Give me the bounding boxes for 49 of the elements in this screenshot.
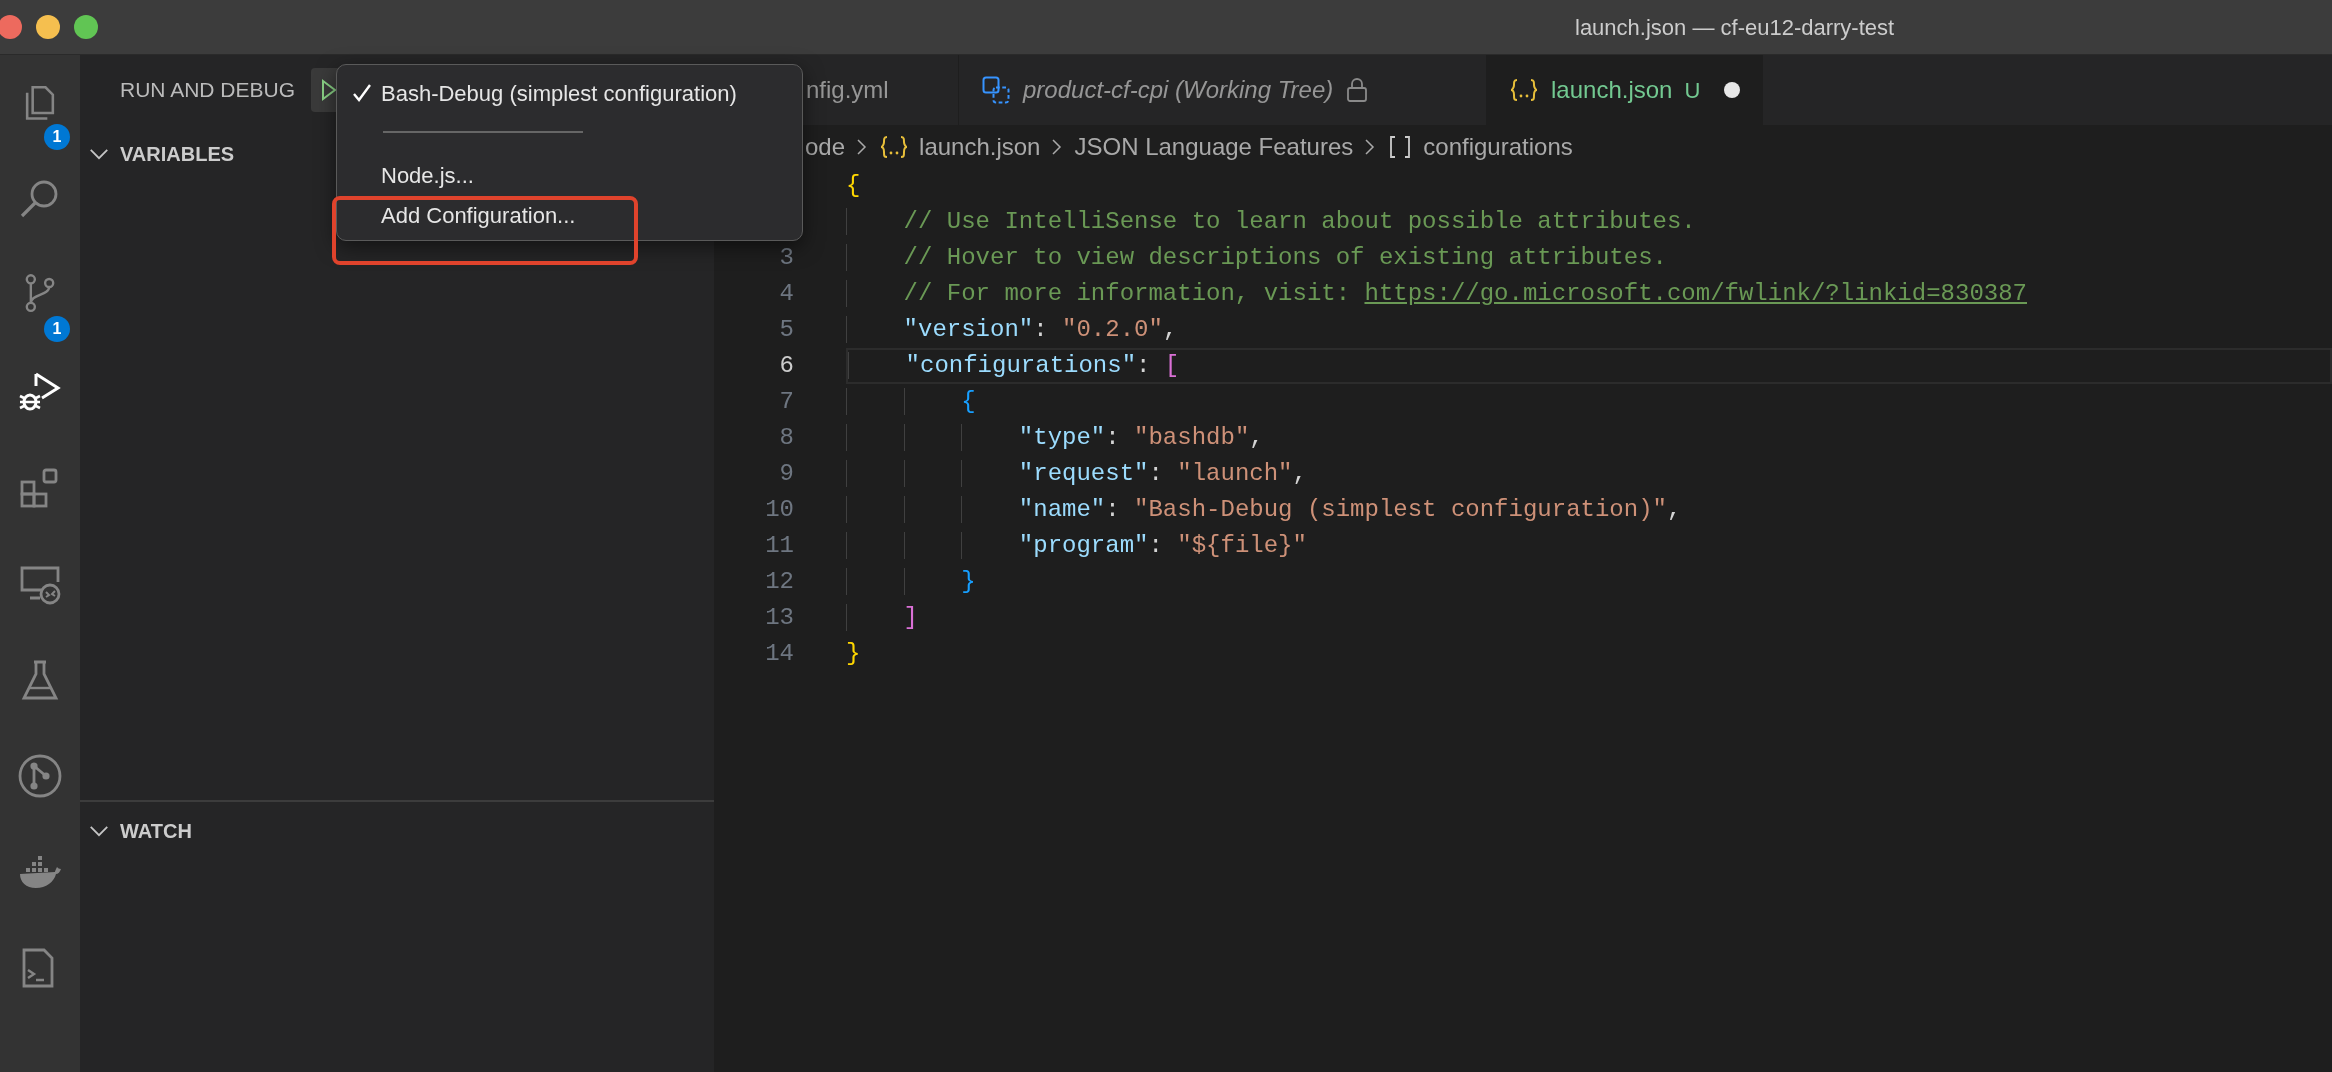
line-number: 11: [764, 531, 794, 561]
line-number: 5: [778, 315, 794, 345]
link[interactable]: https://go.microsoft.com/fwlink/?linkid=830387: [1364, 280, 2027, 307]
code-line: {: [846, 384, 2332, 420]
section-title[interactable]: WATCH: [120, 816, 192, 846]
braces-icon: [1509, 77, 1539, 103]
count-badge: 1: [44, 316, 70, 342]
play-icon: [320, 78, 339, 102]
code-line: "request": "launch",: [846, 456, 2332, 492]
breadcrumb-item[interactable]: launch.json: [919, 128, 1041, 165]
window-control-button[interactable]: [74, 15, 98, 39]
code-line: // For more information, visit: https://go.microsoft.com/fwlink/?linkid=830387: [846, 276, 2332, 312]
line-number: 8: [778, 423, 794, 453]
window-control-button[interactable]: [0, 15, 22, 39]
code-line: "type": "bashdb",: [846, 420, 2332, 456]
breadcrumb-item[interactable]: JSON Language Features: [1074, 128, 1354, 165]
code-line: "name": "Bash-Debug (simplest configuration)",: [846, 492, 2332, 528]
code-line: "program": "${file}": [846, 528, 2332, 564]
code-line: }: [846, 564, 2332, 600]
line-number: 14: [764, 639, 794, 669]
line-number: 9: [778, 459, 794, 489]
line-number: 13: [764, 603, 794, 633]
line-number: 12: [764, 567, 794, 597]
breadcrumb-item[interactable]: ode: [805, 128, 846, 165]
line-number: 10: [764, 495, 794, 525]
dropdown-menu[interactable]: Bash-Debug (simplest configuration) Node.js... Add Configuration...: [336, 64, 803, 241]
line-number: 7: [778, 387, 794, 417]
breadcrumb-item[interactable]: configurations: [1423, 128, 1573, 165]
section-title[interactable]: VARIABLES: [120, 139, 235, 169]
line-number: 4: [778, 279, 794, 309]
line-number: 6: [778, 351, 794, 381]
line-number: 3: [778, 243, 794, 273]
window-control-button[interactable]: [36, 15, 60, 39]
code-line: // Hover to view descriptions of existing attributes.: [846, 240, 2332, 276]
compare-icon: [981, 75, 1011, 105]
window-title: launch.json — cf-eu12-darry-test: [1575, 13, 1895, 42]
count-badge: 1: [44, 124, 70, 150]
menu-item[interactable]: Node.js...: [337, 155, 802, 195]
editor-tab[interactable]: launch.json U: [1487, 55, 1764, 125]
braces-icon: [879, 133, 910, 160]
code-line: ]: [846, 600, 2332, 636]
graph-icon[interactable]: [16, 752, 64, 800]
code-line: // Use IntelliSense to learn about possible attributes.: [846, 204, 2332, 240]
sidebar-title: RUN AND DEBUG: [120, 77, 296, 104]
git-status: U: [1684, 76, 1701, 105]
menu-item[interactable]: Add Configuration...: [337, 195, 802, 235]
code-line: }: [846, 639, 862, 669]
code-line: {: [846, 171, 862, 201]
code-line: "version": "0.2.0",: [846, 312, 2332, 348]
